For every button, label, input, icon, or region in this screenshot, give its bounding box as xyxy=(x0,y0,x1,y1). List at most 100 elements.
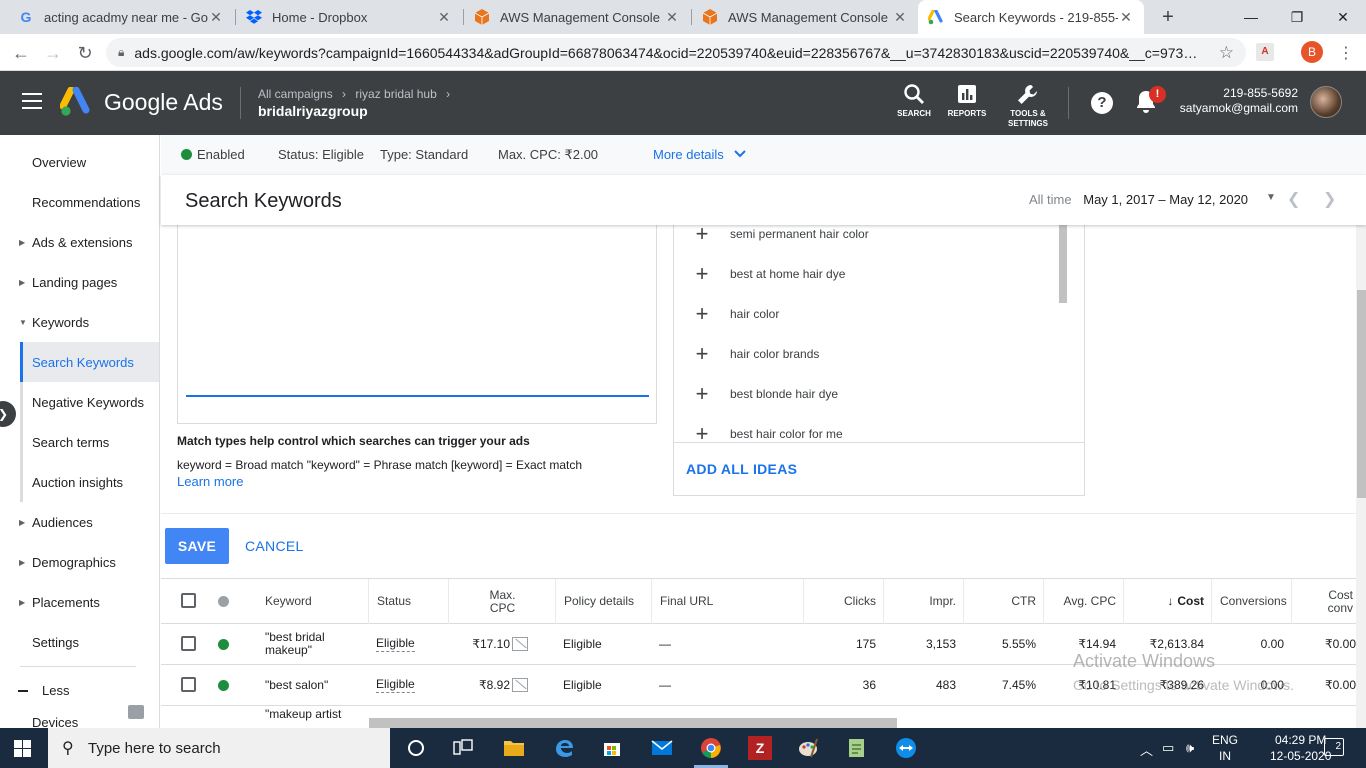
nav-item-demographics[interactable]: ▶ Demographics xyxy=(0,542,159,582)
nav-item-settings[interactable]: Settings xyxy=(0,622,159,662)
edge-browser-icon[interactable] xyxy=(552,736,576,760)
browser-menu-icon[interactable]: ⋮ xyxy=(1338,43,1354,63)
keyword-idea-item[interactable]: + best at home hair dye xyxy=(674,254,846,294)
keyword-idea-item[interactable]: + best blonde hair dye xyxy=(674,374,839,414)
ideas-scrollbar[interactable] xyxy=(1059,225,1067,303)
close-icon[interactable]: ✕ xyxy=(436,9,452,26)
profile-avatar[interactable]: B xyxy=(1301,41,1323,63)
browser-tab-google-search[interactable]: G acting acadmy near me - Goog ✕ xyxy=(8,0,234,34)
cell-keyword[interactable]: "best salon" xyxy=(257,665,369,705)
account-info[interactable]: 219-855-5692 satyamok@gmail.com xyxy=(1180,86,1298,116)
keyword-entry-box[interactable] xyxy=(177,225,657,424)
system-clock[interactable]: 04:29 PM 12-05-2020 xyxy=(1270,732,1331,764)
breadcrumb-all-campaigns[interactable]: All campaigns xyxy=(258,87,333,101)
cancel-button[interactable]: CANCEL xyxy=(245,528,304,564)
next-period-icon[interactable]: ❯ xyxy=(1323,189,1336,209)
nav-less-toggle[interactable]: Less xyxy=(18,683,69,698)
browser-tab-search-keywords[interactable]: Search Keywords - 219-855-56 ✕ xyxy=(918,0,1144,34)
row-checkbox[interactable] xyxy=(181,677,196,692)
nav-item-landing-pages[interactable]: ▶ Landing pages xyxy=(0,262,159,302)
nav-item-placements[interactable]: ▶ Placements xyxy=(0,582,159,622)
mail-icon[interactable] xyxy=(650,736,674,760)
tools-settings-button[interactable]: TOOLS & SETTINGS xyxy=(1004,83,1052,129)
row-checkbox[interactable] xyxy=(181,636,196,651)
column-header-conversions[interactable]: Conversions xyxy=(1211,579,1292,624)
cell-status[interactable]: Eligible xyxy=(368,665,449,705)
bookmark-star-icon[interactable]: ☆ xyxy=(1219,43,1234,63)
teamviewer-icon[interactable] xyxy=(894,736,918,760)
new-tab-button[interactable]: + xyxy=(1155,4,1181,30)
column-header-cost-conv[interactable]: Cost conv xyxy=(1291,579,1356,624)
nav-item-negative-keywords[interactable]: Negative Keywords xyxy=(0,382,159,422)
file-explorer-icon[interactable] xyxy=(502,736,526,760)
column-header-avg-cpc[interactable]: Avg. CPC xyxy=(1043,579,1124,624)
breadcrumb-campaign[interactable]: riyaz bridal hub xyxy=(355,87,436,101)
cell-status[interactable]: Eligible xyxy=(368,624,449,664)
keyword-idea-item[interactable]: + hair color xyxy=(674,294,780,334)
browser-tab-aws-2[interactable]: AWS Management Console ✕ xyxy=(692,0,918,34)
notepad-icon[interactable] xyxy=(845,736,869,760)
status-enabled[interactable]: Enabled xyxy=(181,147,245,162)
keyword-idea-item[interactable]: + semi permanent hair color xyxy=(674,225,869,254)
nav-item-ads-extensions[interactable]: ▶ Ads & extensions xyxy=(0,222,159,262)
column-header-keyword[interactable]: Keyword xyxy=(257,579,369,624)
column-header-status[interactable]: Status xyxy=(368,579,449,624)
reload-icon[interactable]: ↻ xyxy=(72,40,98,66)
account-name[interactable]: bridalriyazgroup xyxy=(258,103,450,119)
close-icon[interactable]: ✕ xyxy=(1118,9,1134,26)
close-icon[interactable]: ✕ xyxy=(892,9,908,26)
nav-item-auction-insights[interactable]: Auction insights xyxy=(0,462,159,502)
more-details-link[interactable]: More details xyxy=(653,147,747,162)
nav-item-search-terms[interactable]: Search terms xyxy=(0,422,159,462)
restore-button[interactable]: ❐ xyxy=(1274,0,1320,34)
column-header-cost[interactable]: ↓ Cost xyxy=(1123,579,1212,624)
column-header-ctr[interactable]: CTR xyxy=(963,579,1044,624)
minimize-button[interactable]: — xyxy=(1228,0,1274,34)
keyword-idea-item[interactable]: + best hair color for me xyxy=(674,414,843,443)
column-header-max-cpc[interactable]: Max. CPC xyxy=(448,579,556,624)
close-icon[interactable]: ✕ xyxy=(208,9,224,26)
keyword-idea-item[interactable]: + hair color brands xyxy=(674,334,820,374)
nav-item-overview[interactable]: Overview xyxy=(0,142,159,182)
column-header-policy[interactable]: Policy details xyxy=(555,579,652,624)
taskbar-search-box[interactable]: ⚲ Type here to search xyxy=(48,728,390,768)
language-indicator[interactable]: ENG IN xyxy=(1212,732,1238,764)
cell-keyword[interactable]: "makeup artist xyxy=(257,706,369,728)
learn-more-link[interactable]: Learn more xyxy=(177,474,243,489)
page-scrollbar[interactable] xyxy=(1357,290,1366,498)
cortana-icon[interactable] xyxy=(404,736,428,760)
windows-start-icon[interactable] xyxy=(14,740,31,757)
reports-tool-button[interactable]: REPORTS xyxy=(945,83,989,119)
previous-period-icon[interactable]: ❮ xyxy=(1287,189,1300,209)
back-arrow-icon[interactable]: ← xyxy=(8,40,34,66)
close-icon[interactable]: ✕ xyxy=(664,9,680,26)
column-header-impr[interactable]: Impr. xyxy=(883,579,964,624)
chrome-icon[interactable] xyxy=(699,736,723,760)
action-center-icon[interactable]: 2 xyxy=(1324,738,1344,756)
column-header-final-url[interactable]: Final URL xyxy=(651,579,804,624)
help-icon[interactable]: ? xyxy=(1091,92,1113,114)
browser-tab-dropbox[interactable]: Home - Dropbox ✕ xyxy=(236,0,462,34)
tray-expand-icon[interactable]: ︿ xyxy=(1140,740,1153,759)
filezilla-icon[interactable]: Z xyxy=(748,736,772,760)
column-header-clicks[interactable]: Clicks xyxy=(803,579,884,624)
microsoft-store-icon[interactable] xyxy=(600,736,624,760)
select-all-checkbox[interactable] xyxy=(181,593,196,608)
pdf-extension-icon[interactable]: A xyxy=(1256,43,1274,61)
date-range-picker[interactable]: All time May 1, 2017 – May 12, 2020 ▼ xyxy=(1029,192,1276,207)
browser-tab-aws-1[interactable]: AWS Management Console ✕ xyxy=(464,0,690,34)
cell-max-cpc[interactable]: ₹17.10 xyxy=(448,624,536,664)
close-window-button[interactable]: ✕ xyxy=(1320,0,1366,34)
address-bar[interactable]: 🔒︎ ads.google.com/aw/keywords?campaignId… xyxy=(106,38,1246,67)
paint-icon[interactable] xyxy=(796,736,820,760)
nav-item-audiences[interactable]: ▶ Audiences xyxy=(0,502,159,542)
feedback-icon[interactable] xyxy=(128,705,144,719)
cell-keyword[interactable]: "best bridal makeup" xyxy=(257,624,369,664)
forward-arrow-icon[interactable]: → xyxy=(40,40,66,66)
search-tool-button[interactable]: SEARCH xyxy=(894,83,934,119)
nav-item-keywords[interactable]: ▼ Keywords xyxy=(0,302,159,342)
task-view-icon[interactable] xyxy=(451,736,475,760)
save-button[interactable]: SAVE xyxy=(165,528,229,564)
battery-icon[interactable]: ▭ xyxy=(1162,740,1174,756)
volume-icon[interactable]: 🕪︎ xyxy=(1186,740,1194,756)
